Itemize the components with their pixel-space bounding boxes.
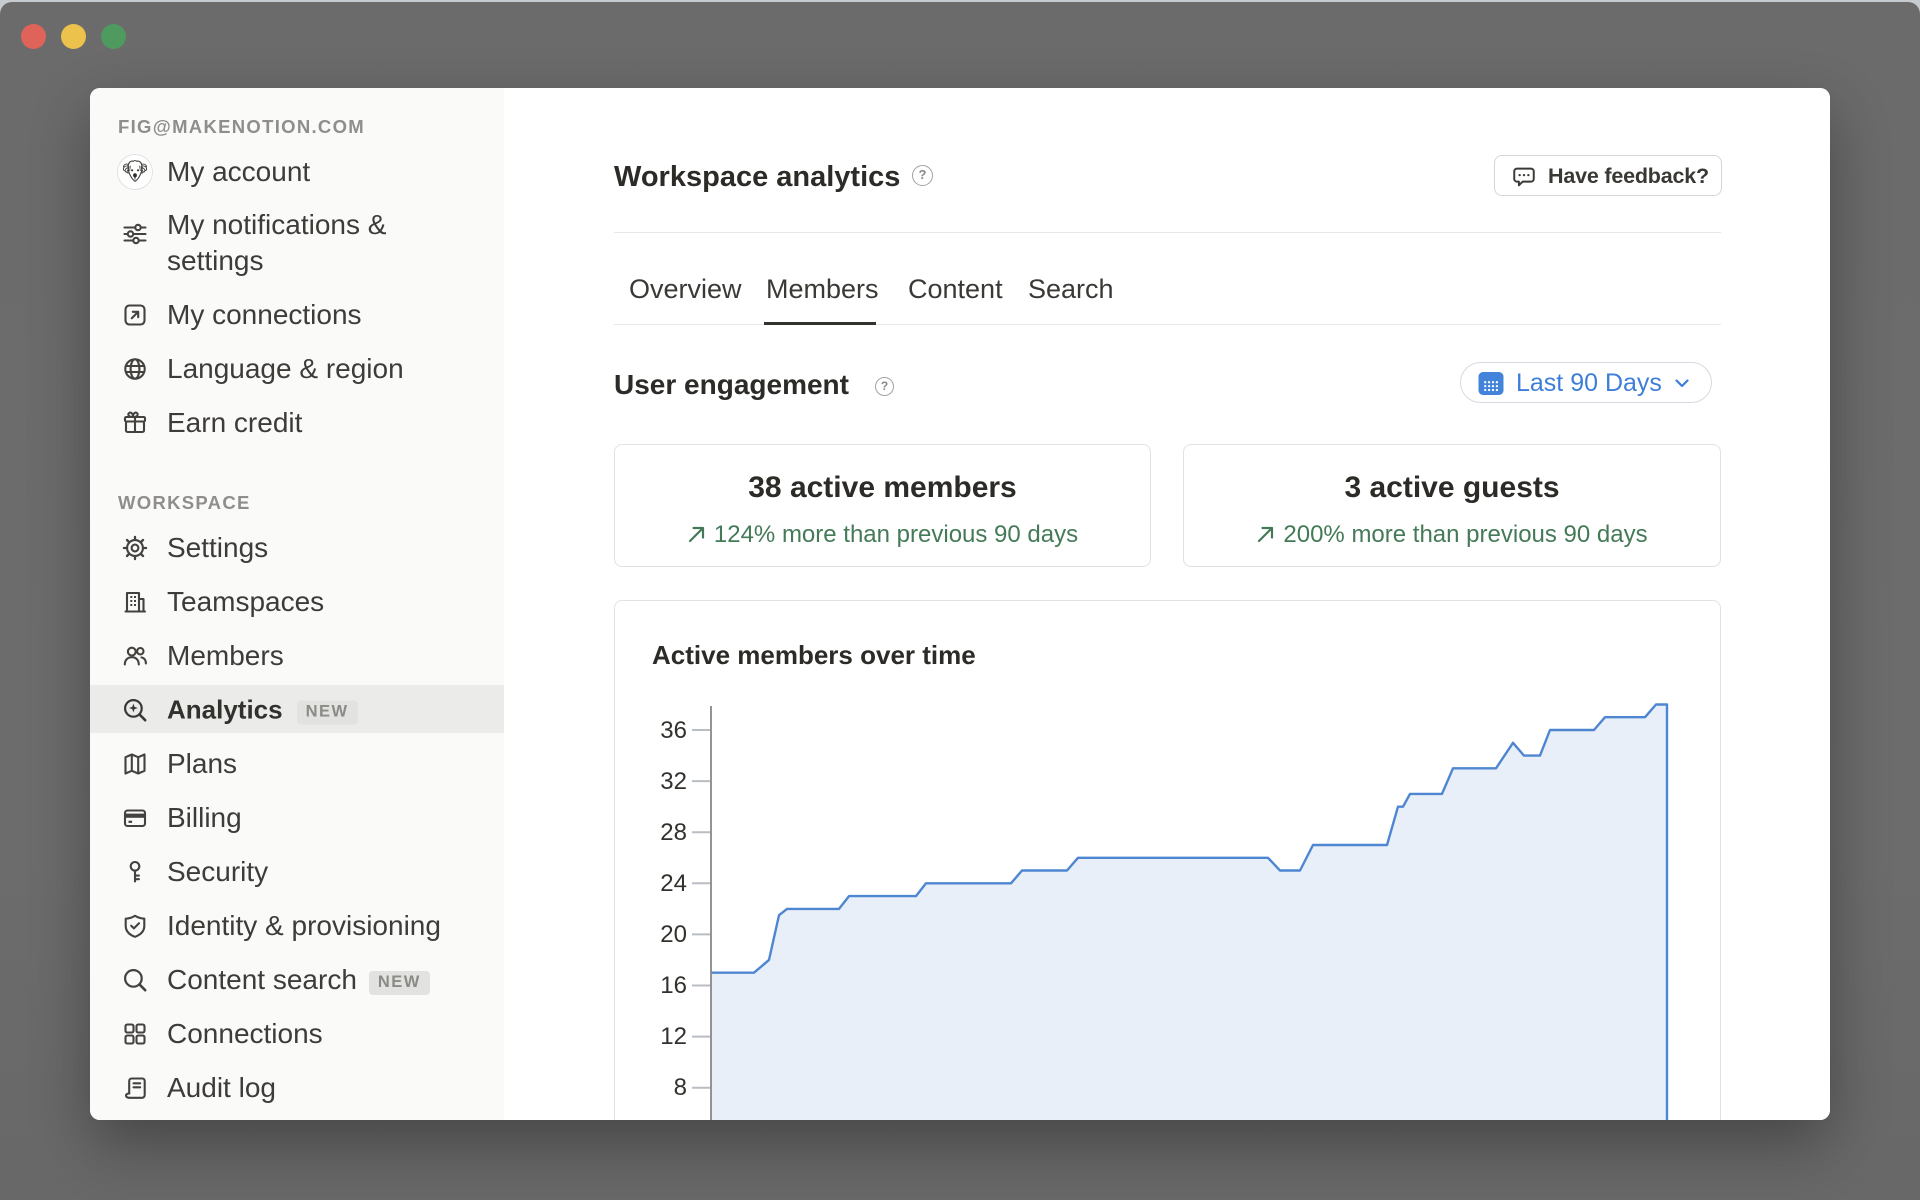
svg-text:24: 24 [660,870,687,897]
svg-text:20: 20 [660,921,687,948]
svg-text:16: 16 [660,972,687,999]
svg-text:28: 28 [660,819,687,846]
svg-text:12: 12 [660,1023,687,1050]
svg-text:36: 36 [660,717,687,744]
svg-text:32: 32 [660,768,687,795]
svg-text:8: 8 [674,1074,687,1101]
